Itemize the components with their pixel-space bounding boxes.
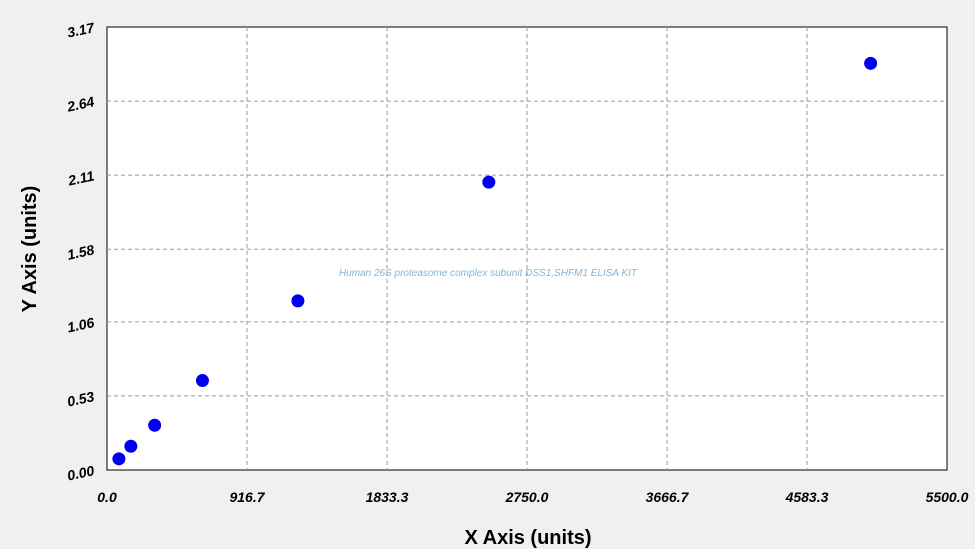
y-tick-label: 0.53	[66, 388, 96, 409]
y-tick-label: 1.06	[66, 314, 96, 335]
x-axis-title: X Axis (units)	[464, 527, 591, 549]
x-tick-label: 2750.0	[505, 489, 549, 505]
data-point	[195, 374, 209, 388]
y-tick-label: 3.17	[66, 19, 97, 41]
y-tick-label: 2.64	[65, 93, 96, 115]
data-point	[148, 418, 162, 432]
x-tick-label: 1833.3	[366, 489, 409, 505]
watermark-text: Human 26S proteasome complex subunit DSS…	[339, 268, 638, 279]
x-tick-label: 4583.3	[785, 489, 829, 505]
x-tick-label: 916.7	[229, 489, 265, 505]
data-point	[124, 439, 138, 453]
x-tick-label: 3666.7	[646, 489, 690, 505]
data-point	[482, 175, 496, 189]
y-axis-title: Y Axis (units)	[19, 186, 41, 313]
y-tick-label: 0.00	[66, 462, 96, 483]
scatter-chart: 0.0 916.7 1833.3 2750.0 3666.7 4583.3 5500.0 0…	[19, 19, 969, 549]
y-tick-label: 2.11	[66, 167, 96, 188]
x-tick-labels: 0.0 916.7 1833.3 2750.0 3666.7 4583.3 5500.0	[97, 489, 968, 505]
y-tick-label: 1.58	[66, 241, 96, 262]
y-tick-labels: 0.00 0.53 1.06 1.58 2.11 2.64 3.17	[65, 19, 97, 484]
data-point	[291, 294, 305, 308]
data-point	[864, 56, 878, 70]
x-tick-label: 0.0	[97, 489, 117, 505]
data-point	[112, 452, 126, 466]
x-tick-label: 5500.0	[926, 489, 969, 505]
